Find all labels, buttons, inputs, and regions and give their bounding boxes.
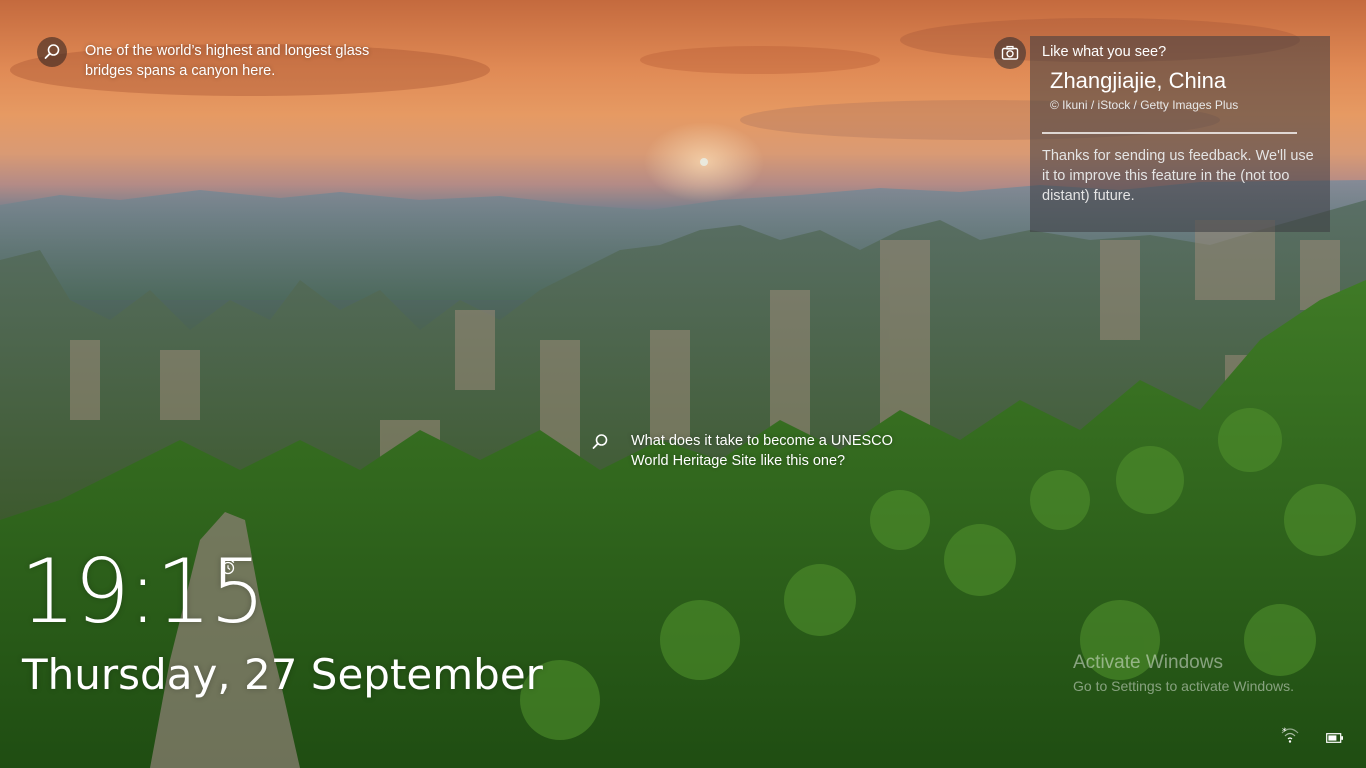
battery-icon[interactable]	[1326, 731, 1344, 749]
hotspot-fact-top[interactable]: One of the world’s highest and longest g…	[37, 37, 377, 81]
info-card[interactable]: Like what you see? Zhangjiajie, China © …	[1030, 36, 1330, 232]
network-icon[interactable]: *	[1280, 726, 1300, 749]
card-credit: © Ikuni / iStock / Getty Images Plus	[1050, 98, 1239, 112]
alarm-clock-icon	[220, 559, 236, 580]
camera-icon	[1001, 45, 1019, 60]
svg-text:*: *	[1282, 727, 1287, 737]
hotspot-mid-text[interactable]: What does it take to become a UNESCO Wor…	[631, 431, 915, 471]
card-divider	[1042, 132, 1297, 134]
hotspot-fact-middle[interactable]: What does it take to become a UNESCO Wor…	[585, 427, 915, 471]
watermark-title: Activate Windows	[1073, 652, 1223, 673]
clock-date: Thursday, 27 September	[22, 650, 543, 699]
card-feedback: Thanks for sending us feedback. We'll us…	[1042, 148, 1314, 204]
search-icon[interactable]	[585, 427, 615, 457]
clock-time: 19:15	[20, 540, 266, 643]
camera-button[interactable]	[994, 37, 1026, 69]
hotspot-top-text[interactable]: One of the world’s highest and longest g…	[85, 41, 377, 81]
lock-screen[interactable]: One of the world’s highest and longest g…	[0, 0, 1366, 768]
watermark-subtitle: Go to Settings to activate Windows.	[1073, 678, 1294, 694]
card-prompt: Like what you see?	[1042, 44, 1167, 60]
activation-watermark: Activate Windows Go to Settings to activ…	[1073, 652, 1294, 696]
search-icon[interactable]	[37, 37, 67, 67]
card-location[interactable]: Zhangjiajie, China	[1050, 67, 1318, 95]
